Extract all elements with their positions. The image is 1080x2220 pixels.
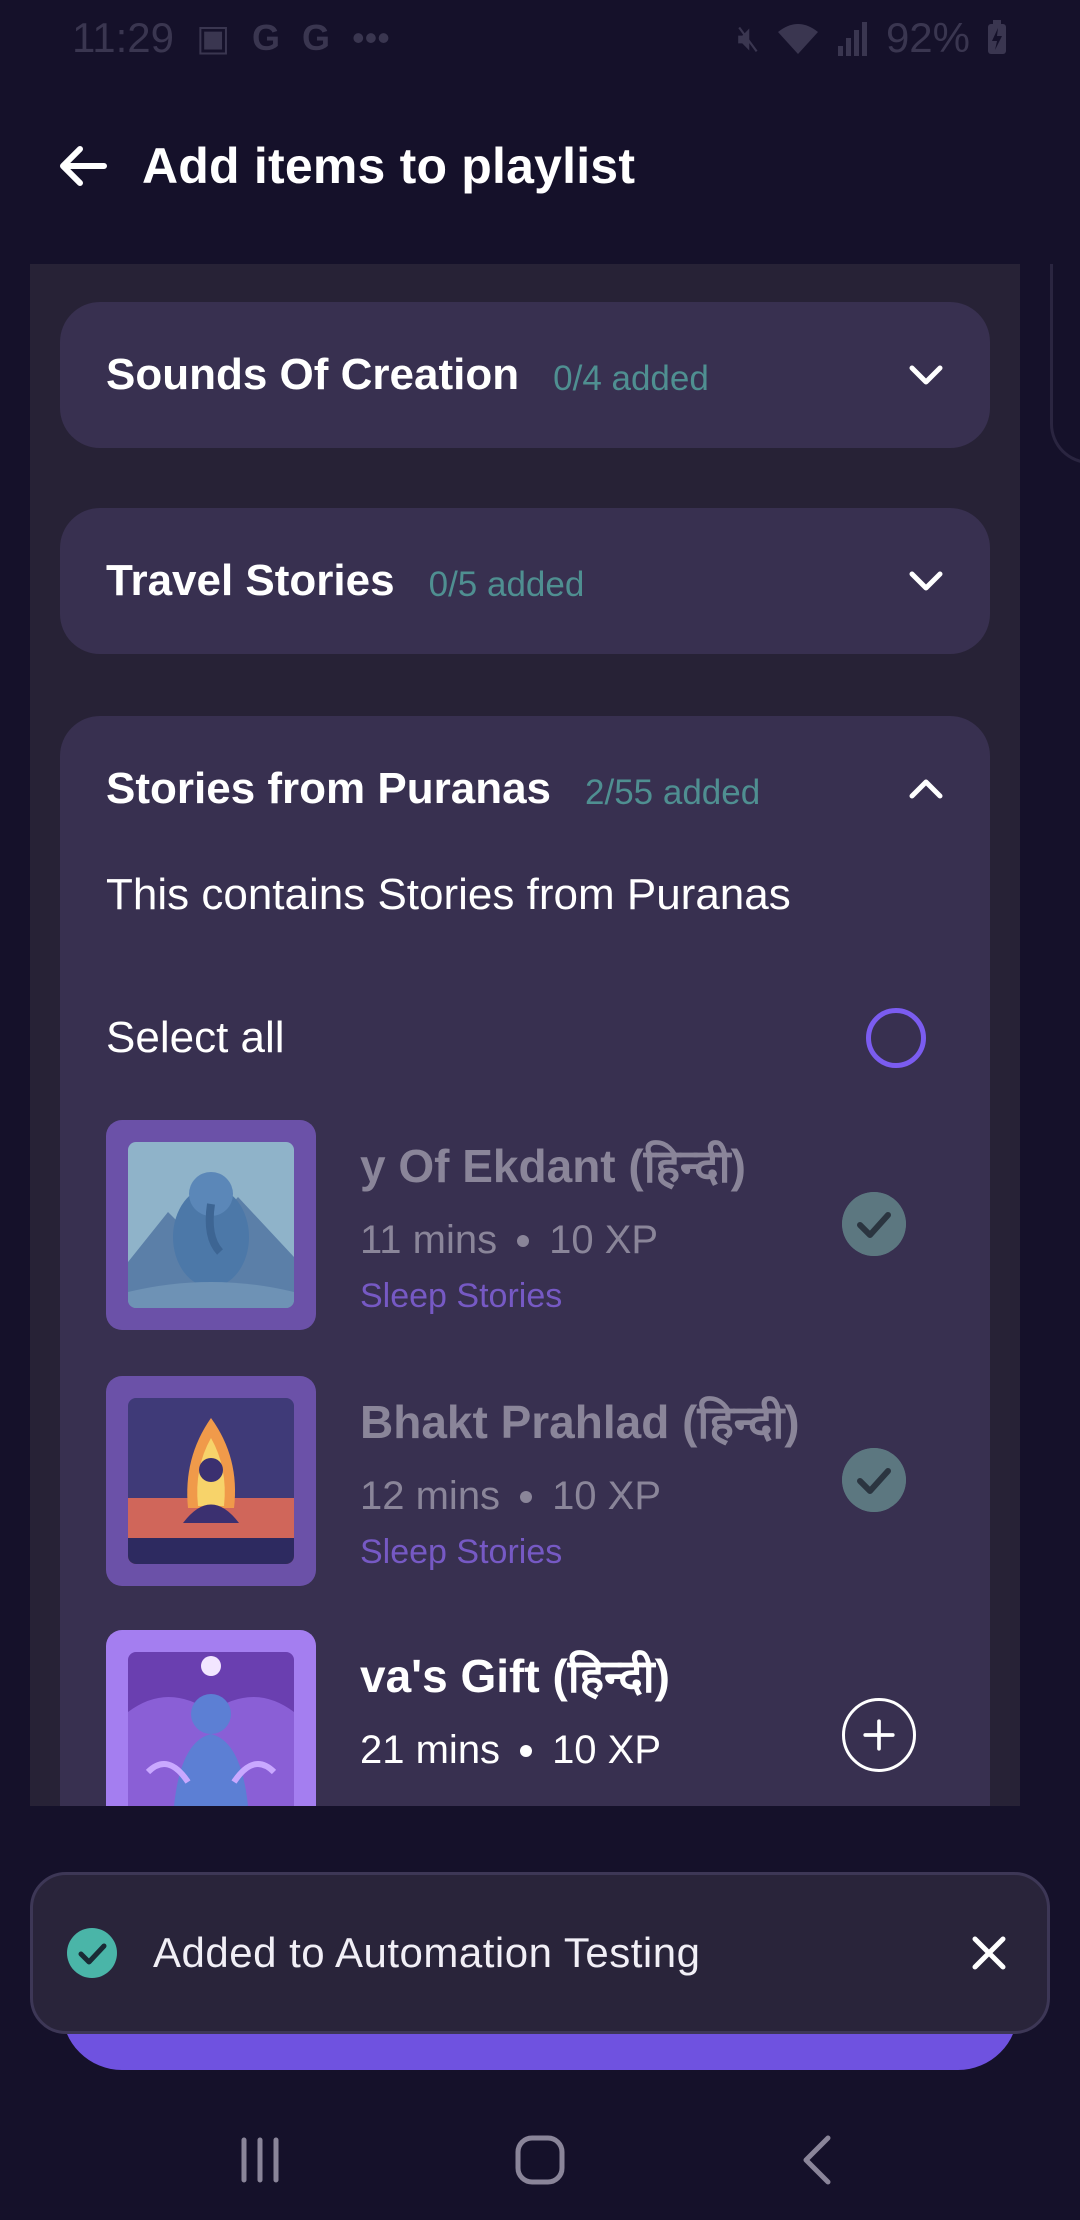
check-circle-icon[interactable]: [842, 1448, 906, 1512]
section-added-count: 2/55 added: [585, 773, 761, 812]
select-all-label: Select all: [106, 1013, 285, 1062]
item-duration: 21 mins: [360, 1728, 501, 1772]
chevron-up-icon[interactable]: [906, 769, 946, 809]
teams-icon: ▣: [196, 17, 231, 58]
item-thumbnail: [106, 1376, 316, 1586]
back-icon[interactable]: [790, 2130, 850, 2190]
system-nav-bar: [0, 2100, 1080, 2220]
arrow-left-icon[interactable]: [54, 137, 112, 195]
item-xp: 10 XP: [552, 1474, 662, 1518]
chevron-down-icon[interactable]: [906, 355, 946, 395]
section-header[interactable]: Travel Stories 0/5 added: [60, 508, 990, 654]
item-duration: 12 mins: [360, 1474, 501, 1518]
section-title: Stories from Puranas: [106, 764, 552, 813]
app-header: Add items to playlist: [0, 118, 1080, 214]
separator-dot: [520, 1744, 533, 1757]
item-title: y Of Ekdant (हिन्दी): [360, 1140, 746, 1192]
snackbar-message: Added to Automation Testing: [153, 1929, 701, 1976]
battery-charging-icon: [988, 20, 1006, 54]
list-item[interactable]: Bhakt Prahlad (हिन्दी) 12 mins 10 XP Sle…: [106, 1376, 946, 1586]
item-thumbnail: [106, 1630, 316, 1806]
section-header[interactable]: Stories from Puranas 2/55 added: [60, 716, 990, 862]
item-meta: 21 mins 10 XP: [360, 1728, 840, 1773]
status-time: 11:29: [72, 14, 174, 61]
more-dots-icon: •••: [352, 17, 390, 58]
select-all-row[interactable]: Select all: [106, 1008, 926, 1068]
item-xp: 10 XP: [549, 1218, 659, 1262]
battery-percent: 92%: [885, 14, 970, 61]
section-title: Travel Stories: [106, 556, 395, 605]
item-category: Sleep Stories: [360, 1277, 563, 1315]
item-thumbnail: [106, 1120, 316, 1330]
section-title: Sounds Of Creation: [106, 350, 520, 399]
section-card[interactable]: Travel Stories 0/5 added: [60, 508, 990, 654]
snackbar: Added to Automation Testing: [30, 1872, 1050, 2034]
next-page-edge: [1050, 264, 1080, 464]
home-icon[interactable]: [510, 2130, 570, 2190]
chevron-down-icon[interactable]: [906, 561, 946, 601]
add-circle-icon[interactable]: [842, 1698, 916, 1772]
status-bar: 11:29 ▣ G G ••• 🔇︎ 92%: [0, 0, 1080, 76]
mute-icon: 🔇︎: [737, 16, 760, 58]
item-meta: 11 mins 10 XP: [360, 1218, 840, 1263]
section-added-count: 0/5 added: [428, 565, 585, 604]
separator-dot: [517, 1234, 530, 1247]
section-description: This contains Stories from Puranas: [106, 870, 791, 919]
collections-list[interactable]: Sounds Of Creation 0/4 added Travel Stor…: [30, 264, 1020, 1806]
close-icon[interactable]: [967, 1931, 1011, 1975]
wifi-icon: [777, 24, 818, 54]
item-title: va's Gift (हिन्दी): [360, 1650, 670, 1702]
check-circle-icon: [67, 1928, 117, 1978]
google-icon: G: [252, 17, 281, 58]
section-header[interactable]: Sounds Of Creation 0/4 added: [60, 302, 990, 448]
list-item[interactable]: va's Gift (हिन्दी) 21 mins 10 XP: [106, 1630, 946, 1806]
signal-icon: [837, 22, 867, 56]
item-meta: 12 mins 10 XP: [360, 1474, 840, 1519]
check-circle-icon[interactable]: [842, 1192, 906, 1256]
google-icon: G: [302, 17, 331, 58]
item-title: Bhakt Prahlad (हिन्दी): [360, 1396, 800, 1448]
item-duration: 11 mins: [360, 1218, 498, 1262]
section-card[interactable]: Sounds Of Creation 0/4 added: [60, 302, 990, 448]
section-added-count: 0/4 added: [553, 359, 709, 398]
recents-icon[interactable]: [230, 2130, 290, 2190]
item-category: Sleep Stories: [360, 1533, 563, 1571]
item-xp: 10 XP: [552, 1728, 662, 1772]
page-title: Add items to playlist: [142, 138, 636, 194]
list-item[interactable]: y Of Ekdant (हिन्दी) 11 mins 10 XP Sleep…: [106, 1120, 946, 1330]
section-card[interactable]: Stories from Puranas 2/55 added This con…: [60, 716, 990, 1806]
separator-dot: [520, 1490, 533, 1503]
select-all-radio[interactable]: [866, 1008, 926, 1068]
